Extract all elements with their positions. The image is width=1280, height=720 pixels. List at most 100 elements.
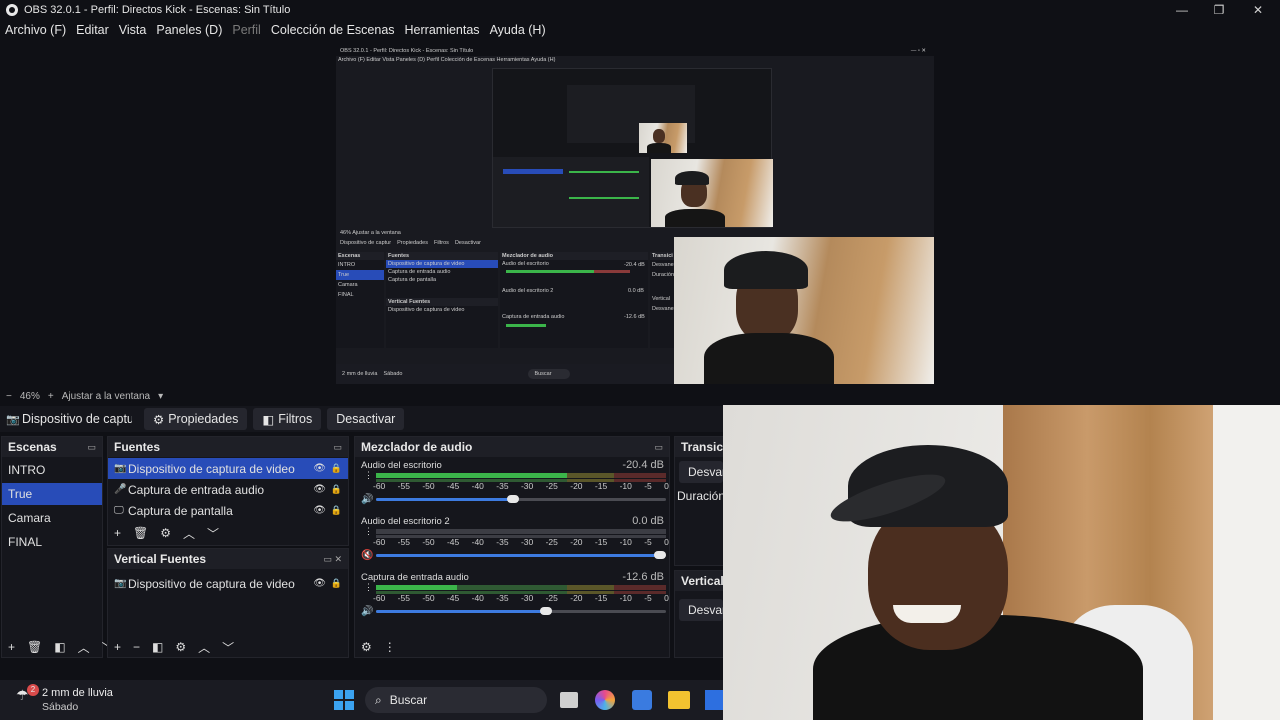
tick-label: -35 bbox=[496, 537, 509, 547]
scene-item-true[interactable]: True bbox=[2, 483, 102, 505]
volume-meter bbox=[376, 585, 666, 590]
maximize-button[interactable]: ❐ bbox=[1199, 0, 1239, 20]
minimize-button[interactable]: — bbox=[1162, 0, 1202, 20]
visibility-eye-icon[interactable]: 👁 bbox=[313, 578, 326, 589]
channel-menu-icon[interactable]: ⋮ bbox=[364, 471, 373, 480]
volume-slider[interactable] bbox=[376, 551, 666, 559]
source-settings-icon[interactable]: ⚙ bbox=[160, 526, 171, 540]
properties-button[interactable]: ⚙ Propiedades bbox=[144, 408, 248, 430]
zoom-dropdown-chevron-icon[interactable]: ▾ bbox=[158, 391, 163, 402]
camera-icon: 📷 bbox=[114, 578, 127, 589]
taskbar-search[interactable]: ⌕ Buscar bbox=[365, 687, 547, 713]
vertical-transitions-header: Vertical bbox=[675, 571, 724, 591]
transitions-dock: Transici Desvane Duración bbox=[674, 436, 735, 566]
lock-icon[interactable]: 🔒 bbox=[331, 578, 342, 589]
dock-menu-icon[interactable]: ▭ bbox=[654, 442, 663, 453]
volume-slider-handle[interactable] bbox=[654, 551, 666, 559]
preview-canvas[interactable]: OBS 32.0.1 - Perfil: Directos Kick - Esc… bbox=[336, 46, 934, 384]
volume-slider-handle[interactable] bbox=[540, 607, 553, 615]
vertical-source-item[interactable]: 📷 Dispositivo de captura de video 👁 🔒 bbox=[108, 573, 348, 594]
deactivate-button[interactable]: Desactivar bbox=[327, 408, 405, 430]
file-explorer-icon[interactable] bbox=[668, 691, 690, 709]
channel-db: 0.0 dB bbox=[632, 515, 664, 527]
move-up-icon[interactable]: ︿ bbox=[198, 639, 210, 656]
vertical-source-label: Dispositivo de captura de video bbox=[128, 576, 295, 591]
settings-icon[interactable]: ⚙ bbox=[175, 640, 186, 654]
weather-text[interactable]: 2 mm de lluvia bbox=[42, 687, 113, 699]
menu-paneles[interactable]: Paneles (D) bbox=[156, 23, 222, 37]
menu-coleccion-escenas[interactable]: Colección de Escenas bbox=[271, 23, 395, 37]
move-down-icon[interactable]: ﹀ bbox=[222, 639, 234, 656]
store-icon[interactable] bbox=[632, 690, 652, 710]
lock-icon[interactable]: 🔒 bbox=[331, 505, 342, 516]
menu-editar[interactable]: Editar bbox=[76, 23, 109, 37]
visibility-eye-icon[interactable]: 👁 bbox=[313, 484, 326, 495]
zoom-out-button[interactable]: − bbox=[6, 391, 12, 402]
volume-slider-fill bbox=[376, 554, 660, 557]
zoom-in-button[interactable]: + bbox=[48, 391, 54, 402]
add-icon[interactable]: + bbox=[114, 640, 121, 654]
volume-slider[interactable] bbox=[376, 495, 666, 503]
transition-select[interactable]: Desvane bbox=[679, 461, 735, 483]
channel-menu-icon[interactable]: ⋮ bbox=[364, 583, 373, 592]
channel-menu-icon[interactable]: ⋮ bbox=[364, 527, 373, 536]
muted-speaker-icon[interactable]: 🔇 bbox=[361, 550, 373, 561]
source-item-screen-capture[interactable]: 🖵 Captura de pantalla 👁 🔒 bbox=[108, 500, 348, 521]
remove-scene-icon[interactable]: 🗑 bbox=[27, 640, 42, 654]
move-up-icon[interactable]: ︿ bbox=[183, 525, 195, 542]
speaker-icon[interactable]: 🔊 bbox=[361, 606, 373, 617]
tick-label: -5 bbox=[644, 593, 652, 603]
nested-window-controls: — ▫ ✕ bbox=[910, 48, 926, 54]
copilot-icon[interactable] bbox=[595, 690, 615, 710]
menu-ayuda[interactable]: Ayuda (H) bbox=[490, 23, 546, 37]
add-source-icon[interactable]: + bbox=[114, 526, 121, 540]
advanced-audio-icon[interactable]: ⚙ bbox=[361, 640, 372, 654]
scene-item-camara[interactable]: Camara bbox=[2, 507, 102, 529]
source-item-audio-capture[interactable]: 🎤 Captura de entrada audio 👁 🔒 bbox=[108, 479, 348, 500]
tick-label: -45 bbox=[446, 537, 460, 547]
source-item-video-capture[interactable]: 📷 Dispositivo de captura de video 👁 🔒 bbox=[108, 458, 348, 479]
vertical-transition-select[interactable]: Desvane bbox=[679, 599, 735, 621]
more-options-icon[interactable]: ⋮ bbox=[384, 640, 396, 654]
windows-start-icon[interactable] bbox=[334, 690, 354, 710]
meter-bg-yellow bbox=[567, 585, 614, 590]
dock-controls-icon[interactable]: ▭ ✕ bbox=[323, 554, 342, 565]
scene-item-final[interactable]: FINAL bbox=[2, 531, 102, 553]
visibility-eye-icon[interactable]: 👁 bbox=[313, 505, 326, 516]
fit-to-window[interactable]: Ajustar a la ventana bbox=[62, 391, 150, 402]
nested-mixer-meter-3 bbox=[506, 324, 546, 327]
menu-vista[interactable]: Vista bbox=[119, 23, 147, 37]
dock-menu-icon[interactable]: ▭ bbox=[87, 442, 96, 453]
remove-source-icon[interactable]: 🗑 bbox=[133, 526, 148, 540]
zoom-bar: − 46% + Ajustar a la ventana ▾ bbox=[0, 388, 723, 404]
tick-label: -40 bbox=[471, 593, 484, 603]
speaker-icon[interactable]: 🔊 bbox=[361, 494, 373, 505]
tick-label: -35 bbox=[496, 481, 509, 491]
remove-icon[interactable]: − bbox=[133, 640, 140, 654]
menu-herramientas[interactable]: Herramientas bbox=[405, 23, 480, 37]
filters-button[interactable]: ◧ Filtros bbox=[253, 408, 322, 430]
filters-icon[interactable]: ◧ bbox=[152, 640, 163, 654]
obs-logo-icon bbox=[6, 4, 18, 16]
vertical-transitions-title: Vertical bbox=[681, 574, 724, 588]
app-icon[interactable] bbox=[705, 690, 725, 710]
source-label: Captura de pantalla bbox=[128, 503, 233, 518]
volume-slider-handle[interactable] bbox=[506, 495, 519, 503]
add-scene-icon[interactable]: + bbox=[8, 640, 15, 654]
dock-menu-icon[interactable]: ▭ bbox=[333, 442, 342, 453]
tick-label: -10 bbox=[619, 537, 632, 547]
visibility-eye-icon[interactable]: 👁 bbox=[313, 463, 326, 474]
move-down-icon[interactable]: ﹀ bbox=[207, 525, 219, 542]
scene-filters-icon[interactable]: ◧ bbox=[54, 640, 65, 654]
source-label: Captura de entrada audio bbox=[128, 482, 265, 497]
menu-perfil[interactable]: Perfil bbox=[232, 23, 260, 37]
scene-item-intro[interactable]: INTRO bbox=[2, 459, 102, 481]
task-view-icon[interactable] bbox=[560, 692, 578, 708]
lock-icon[interactable]: 🔒 bbox=[331, 484, 342, 495]
volume-slider[interactable] bbox=[376, 607, 666, 615]
move-up-icon[interactable]: ︿ bbox=[78, 639, 90, 656]
filter-icon: ◧ bbox=[262, 412, 275, 427]
close-button[interactable]: ✕ bbox=[1238, 0, 1278, 20]
lock-icon[interactable]: 🔒 bbox=[331, 463, 342, 474]
menu-archivo[interactable]: Archivo (F) bbox=[5, 23, 66, 37]
